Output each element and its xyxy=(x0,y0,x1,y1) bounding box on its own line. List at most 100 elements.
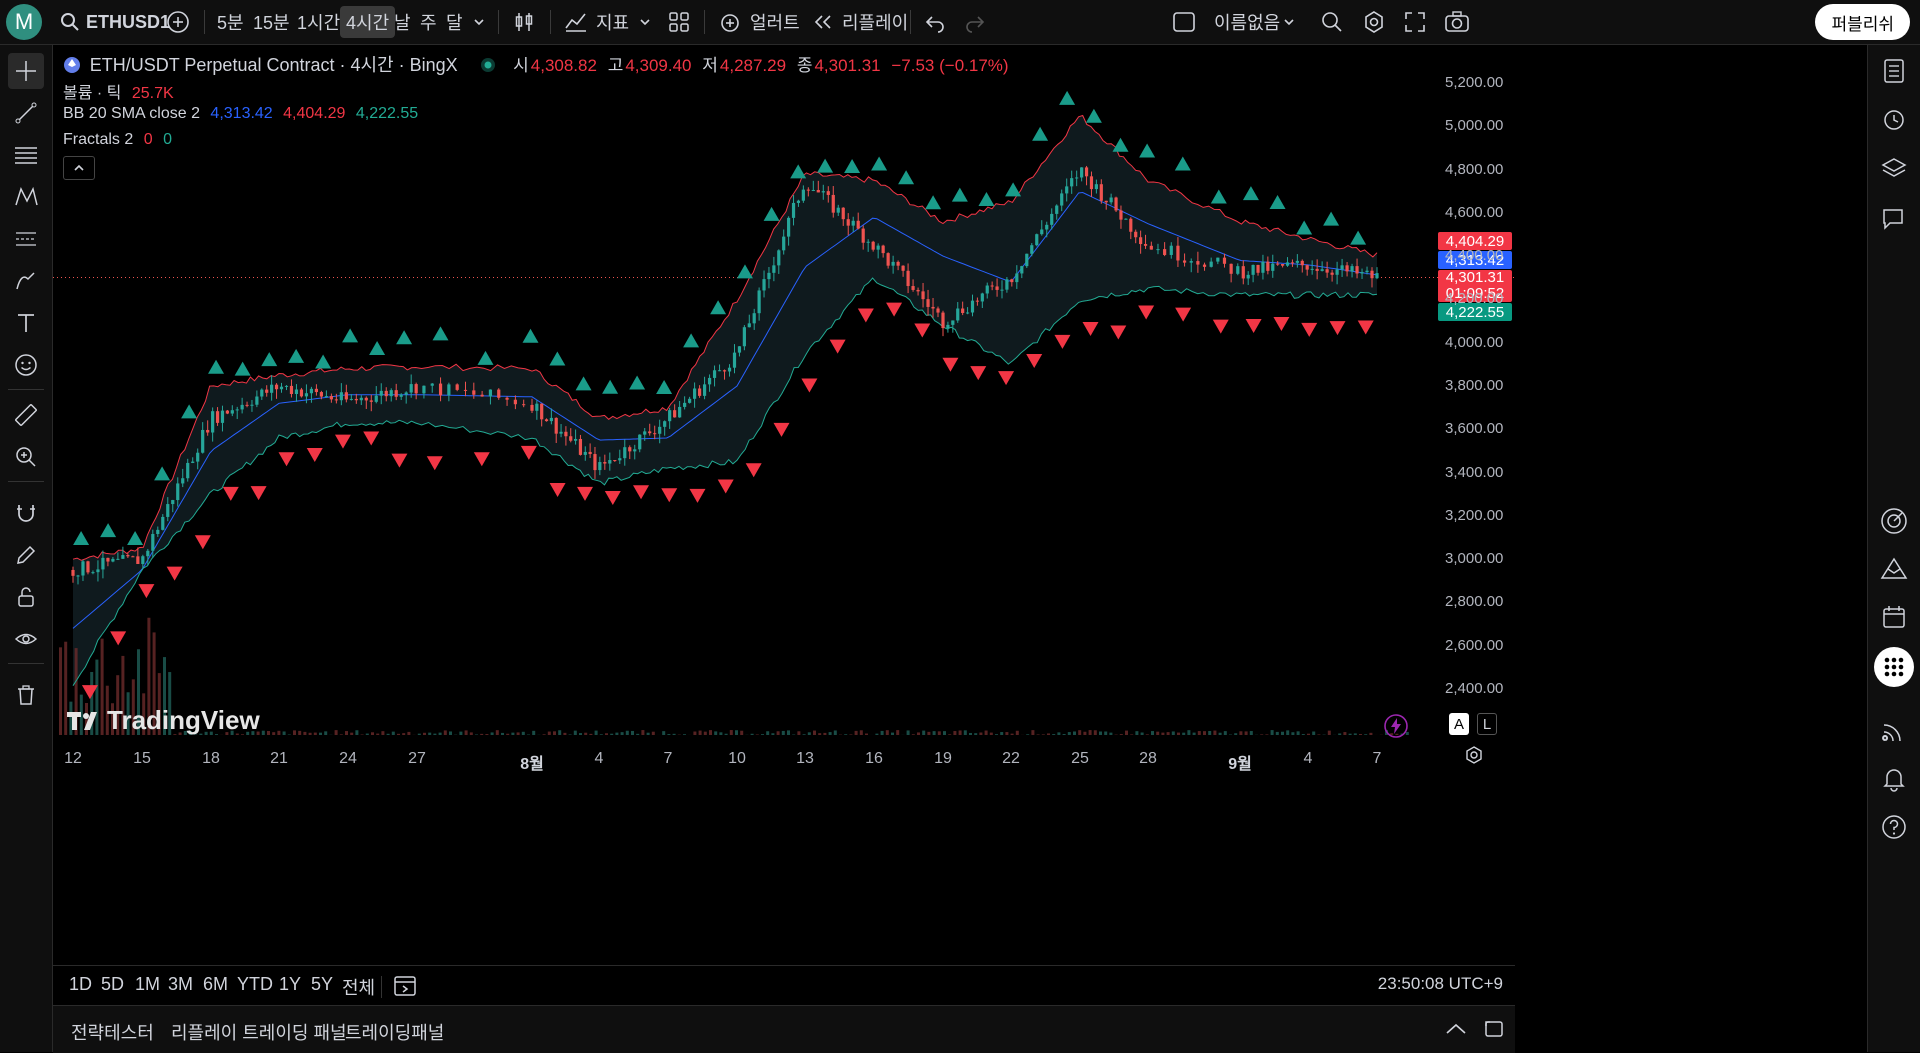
fractal-down-marker xyxy=(521,446,537,460)
range-ytd[interactable]: YTD xyxy=(237,974,273,995)
goto-date-button[interactable] xyxy=(393,974,419,1003)
notifications-button[interactable] xyxy=(1876,761,1912,797)
chart-title[interactable]: ETH/USDT Perpetual Contract · 4시간 · Bing… xyxy=(90,55,458,75)
brush-tool[interactable] xyxy=(8,263,44,299)
visibility-tool[interactable] xyxy=(8,621,44,657)
expand-panel-button[interactable] xyxy=(1445,1019,1467,1044)
undo-button[interactable] xyxy=(924,6,946,38)
range-3m[interactable]: 3M xyxy=(168,974,193,995)
snapshot-button[interactable] xyxy=(1444,6,1470,38)
legend-bb-row[interactable]: BB 20 SMA close 2 4,313.42 4,404.29 4,22… xyxy=(63,105,424,123)
user-avatar[interactable]: M xyxy=(6,4,42,40)
volume-bar xyxy=(823,733,826,735)
collapse-legend-button[interactable] xyxy=(63,156,95,180)
quick-search-button[interactable] xyxy=(1320,6,1344,38)
layout-name[interactable]: 이름없음 xyxy=(1214,6,1280,38)
range-5y[interactable]: 5Y xyxy=(311,974,333,995)
volume-bar xyxy=(1011,734,1014,735)
lock-tool[interactable] xyxy=(8,579,44,615)
volume-bar xyxy=(1099,731,1102,735)
volume-bar xyxy=(558,730,561,735)
layout-checkbox[interactable] xyxy=(1172,6,1196,38)
indicators-button[interactable]: 지표 xyxy=(564,6,629,38)
hotlists-button[interactable] xyxy=(1876,503,1912,539)
products-button[interactable] xyxy=(1874,647,1914,687)
range-1d[interactable]: 1D xyxy=(69,974,92,995)
lines-tool[interactable] xyxy=(8,137,44,173)
timeframe-day[interactable]: 날 xyxy=(394,6,411,38)
scale-settings-button[interactable] xyxy=(1464,745,1484,770)
range-all[interactable]: 전체 xyxy=(342,974,375,1000)
settings-button[interactable] xyxy=(1362,6,1386,38)
emoji-tool[interactable] xyxy=(8,347,44,383)
object-tree-button[interactable] xyxy=(1876,151,1912,187)
magnet-tool[interactable] xyxy=(8,495,44,531)
chevron-up-icon xyxy=(73,162,85,174)
range-5d[interactable]: 5D xyxy=(101,974,124,995)
open-value: 4,308.82 xyxy=(531,56,597,75)
timeframe-dropdown[interactable] xyxy=(472,6,486,38)
maximize-panel-button[interactable] xyxy=(1483,1018,1505,1045)
range-6m[interactable]: 6M xyxy=(203,974,228,995)
measure-tool[interactable] xyxy=(8,397,44,433)
log-scale-button[interactable]: L xyxy=(1477,713,1497,735)
watchlist-button[interactable] xyxy=(1876,53,1912,89)
chart-type-button[interactable] xyxy=(512,6,536,38)
alerts-panel-button[interactable] xyxy=(1876,101,1912,137)
timeframe-15m[interactable]: 15분 xyxy=(253,6,290,38)
symbol-search[interactable]: ETHUSD1 xyxy=(60,6,170,38)
timeframe-4h[interactable]: 4시간 xyxy=(340,6,395,38)
trendline-tool[interactable] xyxy=(8,95,44,131)
zoom-tool[interactable] xyxy=(8,439,44,475)
candle-body xyxy=(857,221,860,229)
price-axis-label: 3,200.00 xyxy=(1445,507,1503,524)
layers-icon xyxy=(1881,156,1907,182)
timeframe-5m[interactable]: 5분 xyxy=(217,6,244,38)
fullscreen-button[interactable] xyxy=(1404,6,1426,38)
timeframe-week[interactable]: 주 xyxy=(420,6,437,38)
text-tool[interactable] xyxy=(8,305,44,341)
timeframe-1h[interactable]: 1시간 xyxy=(297,6,340,38)
calendar-button[interactable] xyxy=(1876,599,1912,635)
redo-button[interactable] xyxy=(964,6,986,38)
pine-lightning-button[interactable] xyxy=(1383,713,1409,744)
bb-upper-value: 4,404.29 xyxy=(283,105,345,122)
auto-scale-button[interactable]: A xyxy=(1449,713,1469,735)
chat-button[interactable] xyxy=(1876,201,1912,237)
layout-dropdown[interactable] xyxy=(1282,6,1296,38)
candle-body xyxy=(126,555,129,556)
chart-pane[interactable]: ETH/USDT Perpetual Contract · 4시간 · Bing… xyxy=(53,45,1515,965)
pattern-tool[interactable] xyxy=(8,179,44,215)
candle-body xyxy=(648,431,651,433)
fib-tool[interactable] xyxy=(8,221,44,257)
legend-volume-row[interactable]: 볼륨 · 틱 25.7K xyxy=(63,79,180,103)
volume-bar xyxy=(1276,732,1279,735)
volume-bar xyxy=(881,731,884,735)
tab-strategy-tester[interactable]: 전략테스터 xyxy=(71,1019,154,1045)
utc-clock[interactable]: 23:50:08 UTC+9 xyxy=(1378,974,1503,994)
indicators-dropdown[interactable] xyxy=(638,6,652,38)
add-symbol-button[interactable] xyxy=(166,6,190,38)
range-1y[interactable]: 1Y xyxy=(279,974,301,995)
candle-body xyxy=(618,458,621,460)
timeframe-month[interactable]: 달 xyxy=(446,6,463,38)
tradingview-logo[interactable]: TradingView xyxy=(67,705,260,736)
help-button[interactable] xyxy=(1876,809,1912,845)
alert-button[interactable]: 얼러트 xyxy=(718,6,800,38)
candle-body xyxy=(792,203,795,218)
ideas-button[interactable] xyxy=(1876,551,1912,587)
crosshair-tool[interactable] xyxy=(8,53,44,89)
layouts-button[interactable] xyxy=(668,6,690,38)
legend-fractals-row[interactable]: Fractals 2 0 0 xyxy=(63,131,178,149)
publish-button[interactable]: 퍼블리쉬 xyxy=(1815,4,1910,40)
candle-body xyxy=(310,389,313,393)
tab-replay-trading[interactable]: 리플레이 트레이딩 패널 xyxy=(171,1019,347,1045)
replay-button[interactable]: 리플레이 xyxy=(812,6,908,38)
tab-trading-panel[interactable]: 트레이딩패널 xyxy=(345,1019,444,1045)
volume-bar xyxy=(1141,733,1144,735)
drawing-mode-tool[interactable] xyxy=(8,537,44,573)
remove-drawings-tool[interactable] xyxy=(8,677,44,713)
range-1m[interactable]: 1M xyxy=(135,974,160,995)
streams-button[interactable] xyxy=(1876,713,1912,749)
price-chart[interactable] xyxy=(53,45,1515,745)
